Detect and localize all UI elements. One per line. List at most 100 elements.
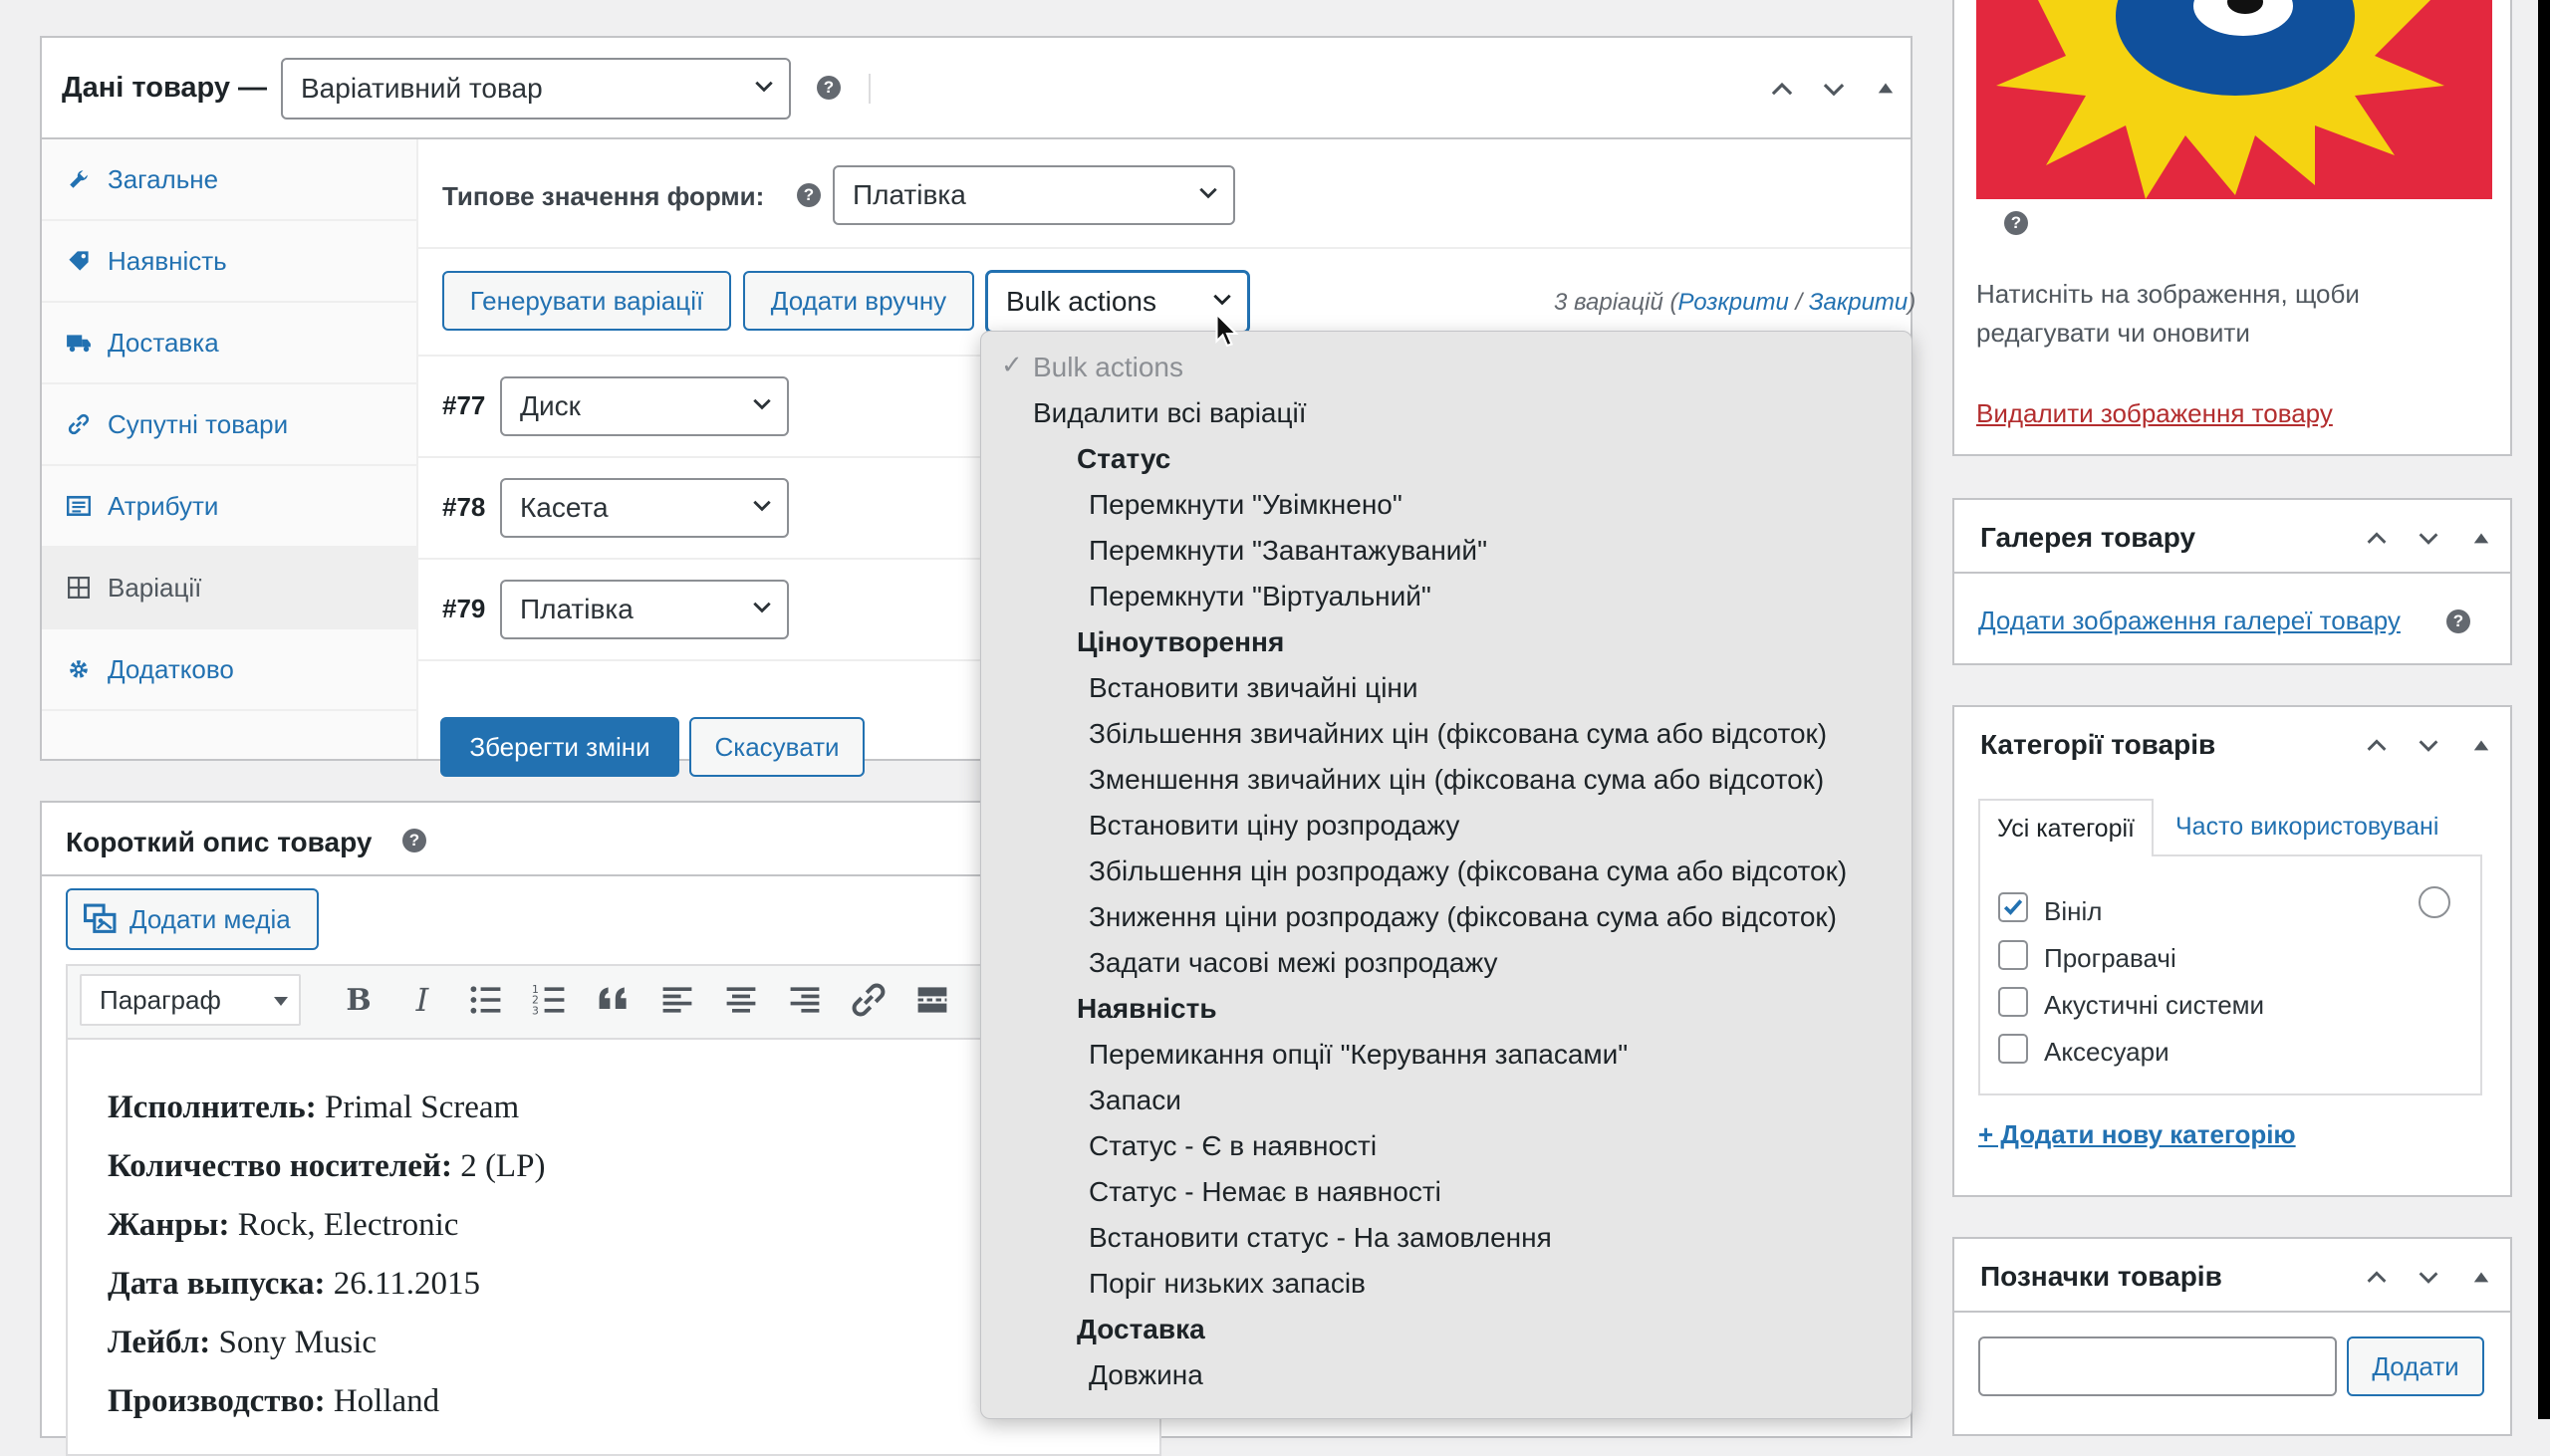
toggle-panel-icon[interactable] bbox=[1877, 80, 1895, 96]
add-gallery-images-link[interactable]: Додати зображення галереї товару bbox=[1978, 606, 2401, 636]
menu-item[interactable]: Перемкнути "Віртуальний" bbox=[1089, 581, 1431, 612]
toggle-panel-icon[interactable] bbox=[2472, 737, 2490, 753]
help-icon[interactable]: ? bbox=[797, 183, 821, 207]
move-down-icon[interactable] bbox=[1819, 76, 1849, 102]
toggle-panel-icon[interactable] bbox=[2472, 530, 2490, 546]
expand-link[interactable]: Розкрити bbox=[1677, 289, 1788, 316]
product-type-select[interactable]: Варіативний товар bbox=[281, 58, 791, 120]
generate-variations-button[interactable]: Генерувати варіації bbox=[442, 271, 731, 331]
tab-most-used[interactable]: Часто використовувані bbox=[2175, 813, 2438, 842]
menu-item[interactable]: Збільшення звичайних цін (фіксована сума… bbox=[1089, 718, 1827, 750]
insert-link-icon[interactable] bbox=[851, 982, 887, 1018]
move-up-icon[interactable] bbox=[2363, 1265, 2391, 1289]
default-form-select[interactable]: Платівка bbox=[833, 165, 1235, 225]
add-tag-button[interactable]: Додати bbox=[2347, 1336, 2484, 1396]
category-checkbox[interactable] bbox=[1998, 1034, 2028, 1064]
add-new-category-link[interactable]: + Додати нову категорію bbox=[1978, 1119, 2296, 1150]
help-icon[interactable]: ? bbox=[2004, 211, 2028, 235]
tab-advanced[interactable]: Додатково bbox=[42, 629, 416, 711]
italic-icon[interactable]: I bbox=[404, 981, 440, 1019]
menu-item[interactable]: Статус - Є в наявності bbox=[1089, 1130, 1377, 1162]
grid-icon bbox=[62, 577, 96, 599]
bulk-actions-dropdown: ✓ Bulk actions Видалити всі варіації Ста… bbox=[980, 331, 1912, 1419]
menu-item-delete-all[interactable]: Видалити всі варіації bbox=[1033, 397, 1307, 429]
variation-id: #79 bbox=[442, 594, 486, 623]
menu-item[interactable]: Зниження ціни розпродажу (фіксована сума… bbox=[1089, 901, 1837, 933]
menu-item[interactable]: Встановити статус - На замовлення bbox=[1089, 1222, 1552, 1254]
move-up-icon[interactable] bbox=[2363, 733, 2391, 757]
tab-label: Атрибути bbox=[108, 490, 219, 521]
variation-attribute-select[interactable]: Платівка bbox=[500, 580, 789, 639]
numbered-list-icon[interactable]: 123 bbox=[532, 982, 568, 1018]
align-center-icon[interactable] bbox=[723, 982, 759, 1018]
help-icon[interactable]: ? bbox=[402, 829, 426, 852]
bold-icon[interactable]: B bbox=[341, 982, 377, 1018]
remove-image-link[interactable]: Видалити зображення товару bbox=[1976, 398, 2333, 429]
menu-group-pricing: Ціноутворення bbox=[1077, 626, 1285, 657]
menu-item[interactable]: Перемкнути "Завантажуваний" bbox=[1089, 535, 1487, 567]
tab-attributes[interactable]: Атрибути bbox=[42, 466, 416, 548]
save-changes-button[interactable]: Зберегти зміни bbox=[440, 717, 679, 777]
toggle-panel-icon[interactable] bbox=[2472, 1269, 2490, 1285]
bulk-actions-select[interactable]: Bulk actions bbox=[986, 271, 1249, 333]
move-up-icon[interactable] bbox=[2363, 526, 2391, 550]
categories-header: Категорії товарів bbox=[1954, 707, 2510, 781]
menu-item-bulk-actions[interactable]: Bulk actions bbox=[1033, 352, 1183, 383]
variation-attribute-select[interactable]: Диск bbox=[500, 376, 789, 436]
variation-id: #78 bbox=[442, 492, 486, 522]
menu-item[interactable]: Встановити звичайні ціни bbox=[1089, 672, 1418, 704]
bullet-list-icon[interactable] bbox=[468, 982, 504, 1018]
category-label: Вініл bbox=[2044, 896, 2103, 926]
product-image[interactable] bbox=[1976, 0, 2492, 199]
move-down-icon[interactable] bbox=[2415, 1265, 2442, 1289]
radio-circle-icon bbox=[2419, 886, 2450, 918]
add-manually-button[interactable]: Додати вручну bbox=[743, 271, 974, 331]
menu-item[interactable]: Задати часові межі розпродажу bbox=[1089, 947, 1498, 979]
variation-attribute-value: Касета bbox=[520, 492, 609, 523]
tab-general[interactable]: Загальне bbox=[42, 139, 416, 221]
menu-item[interactable]: Зменшення звичайних цін (фіксована сума … bbox=[1089, 764, 1824, 796]
tab-label: Варіації bbox=[108, 572, 202, 603]
variation-attribute-select[interactable]: Касета bbox=[500, 478, 789, 538]
tab-shipping[interactable]: Доставка bbox=[42, 303, 416, 384]
menu-group-inventory: Наявність bbox=[1077, 993, 1217, 1024]
chevron-down-icon bbox=[755, 81, 773, 93]
read-more-icon[interactable] bbox=[914, 982, 950, 1018]
tab-all-categories[interactable]: Усі категорії bbox=[1978, 799, 2154, 856]
list-icon bbox=[62, 495, 96, 517]
description-line: Дата выпуска: 26.11.2015 bbox=[108, 1266, 480, 1302]
category-checkbox[interactable] bbox=[1998, 892, 2028, 922]
chevron-down-icon bbox=[1213, 294, 1231, 306]
move-down-icon[interactable] bbox=[2415, 733, 2442, 757]
chevron-down-icon bbox=[753, 500, 771, 512]
collapse-link[interactable]: Закрити bbox=[1809, 289, 1908, 316]
move-up-icon[interactable] bbox=[1767, 76, 1797, 102]
menu-item[interactable]: Запаси bbox=[1089, 1085, 1181, 1116]
align-right-icon[interactable] bbox=[787, 982, 823, 1018]
tab-inventory[interactable]: Наявність bbox=[42, 221, 416, 303]
tab-variations[interactable]: Варіації bbox=[42, 548, 416, 629]
tags-input[interactable] bbox=[1978, 1336, 2337, 1396]
menu-item[interactable]: Статус - Немає в наявності bbox=[1089, 1176, 1441, 1208]
tab-linked-products[interactable]: Супутні товари bbox=[42, 384, 416, 466]
menu-item[interactable]: Встановити ціну розпродажу bbox=[1089, 810, 1459, 842]
format-select[interactable]: Параграф bbox=[80, 974, 301, 1026]
menu-item[interactable]: Поріг низьких запасів bbox=[1089, 1268, 1366, 1300]
default-form-value: Платівка bbox=[853, 179, 966, 210]
menu-item[interactable]: Перемкнути "Увімкнено" bbox=[1089, 489, 1402, 521]
window-edge bbox=[2538, 0, 2550, 1419]
move-down-icon[interactable] bbox=[2415, 526, 2442, 550]
menu-item[interactable]: Довжина bbox=[1089, 1359, 1203, 1391]
category-checkbox[interactable] bbox=[1998, 940, 2028, 970]
svg-text:3: 3 bbox=[532, 1004, 539, 1017]
cancel-button[interactable]: Скасувати bbox=[689, 717, 865, 777]
blockquote-icon[interactable] bbox=[596, 982, 632, 1018]
checkmark-icon: ✓ bbox=[1001, 350, 1023, 379]
help-icon[interactable]: ? bbox=[2446, 609, 2470, 633]
category-checkbox[interactable] bbox=[1998, 987, 2028, 1017]
help-icon[interactable]: ? bbox=[817, 76, 841, 100]
menu-item[interactable]: Збільшення цін розпродажу (фіксована сум… bbox=[1089, 855, 1847, 887]
menu-item[interactable]: Перемикання опції "Керування запасами" bbox=[1089, 1039, 1628, 1071]
add-media-button[interactable]: Додати медіа bbox=[66, 888, 319, 950]
align-left-icon[interactable] bbox=[659, 982, 695, 1018]
